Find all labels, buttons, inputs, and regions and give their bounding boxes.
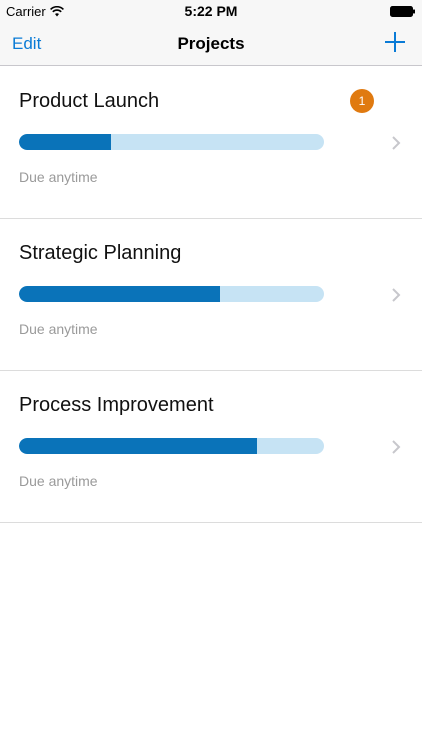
chevron-right-icon: [392, 288, 401, 302]
chevron-right-icon: [392, 136, 401, 150]
progress-fill: [19, 438, 257, 454]
navigation-bar: Edit Projects: [0, 22, 422, 66]
due-label: Due anytime: [19, 169, 98, 185]
project-list: Product Launch 1 Due anytime Strategic P…: [0, 67, 422, 523]
progress-fill: [19, 286, 221, 302]
project-row[interactable]: Product Launch 1 Due anytime: [0, 67, 422, 219]
notification-badge: 1: [350, 89, 374, 113]
battery-icon: [390, 6, 415, 17]
progress-bar: [19, 286, 324, 302]
project-name: Product Launch: [19, 90, 160, 112]
status-bar: Carrier 5:22 PM: [0, 0, 422, 22]
project-name: Strategic Planning: [19, 242, 182, 264]
project-name: Process Improvement: [19, 394, 214, 416]
plus-icon[interactable]: [384, 31, 406, 53]
projects-screen: Carrier 5:22 PM Edit Projects Product La…: [0, 0, 422, 750]
due-label: Due anytime: [19, 473, 98, 489]
status-time: 5:22 PM: [184, 3, 238, 19]
project-row[interactable]: Process Improvement Due anytime: [0, 371, 422, 523]
progress-bar: [19, 134, 324, 150]
chevron-right-icon: [392, 440, 401, 454]
progress-fill: [19, 134, 111, 150]
due-label: Due anytime: [19, 321, 98, 337]
page-title: Projects: [177, 34, 245, 53]
project-row[interactable]: Strategic Planning Due anytime: [0, 219, 422, 371]
progress-bar: [19, 438, 324, 454]
